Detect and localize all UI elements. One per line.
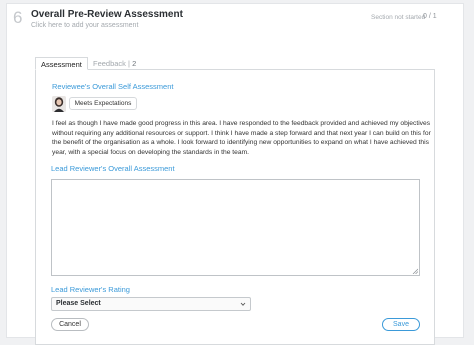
section-status: Section not started: [371, 14, 426, 21]
tab-feedback-count: 2: [132, 59, 137, 68]
save-button[interactable]: Save: [382, 318, 420, 331]
self-assessment-text: I feel as though I have made good progre…: [52, 120, 431, 156]
section-subtitle[interactable]: Click here to add your assessment: [31, 22, 138, 29]
chevron-down-icon: [240, 302, 246, 306]
avatar-icon: [52, 96, 66, 112]
cancel-button[interactable]: Cancel: [51, 318, 89, 331]
self-assessment-label: Reviewee's Overall Self Assessment: [52, 82, 174, 91]
lead-rating-select[interactable]: Please Select: [51, 297, 251, 311]
section-count: 0 / 1: [423, 13, 437, 20]
tab-feedback-label: Feedback: [93, 59, 126, 68]
resize-handle-icon[interactable]: [412, 268, 418, 274]
lead-assessment-label: Lead Reviewer's Overall Assessment: [51, 164, 175, 173]
lead-assessment-textarea[interactable]: [51, 179, 420, 276]
tab-assessment[interactable]: Assessment: [35, 57, 88, 70]
avatar: [52, 96, 66, 112]
step-number: 6: [13, 8, 23, 27]
tab-assessment-label: Assessment: [41, 60, 82, 69]
self-rating-badge: Meets Expectations: [69, 97, 137, 110]
lead-rating-label: Lead Reviewer's Rating: [51, 285, 130, 294]
lead-rating-selected: Please Select: [56, 300, 101, 307]
section-title[interactable]: Overall Pre-Review Assessment: [31, 9, 183, 20]
